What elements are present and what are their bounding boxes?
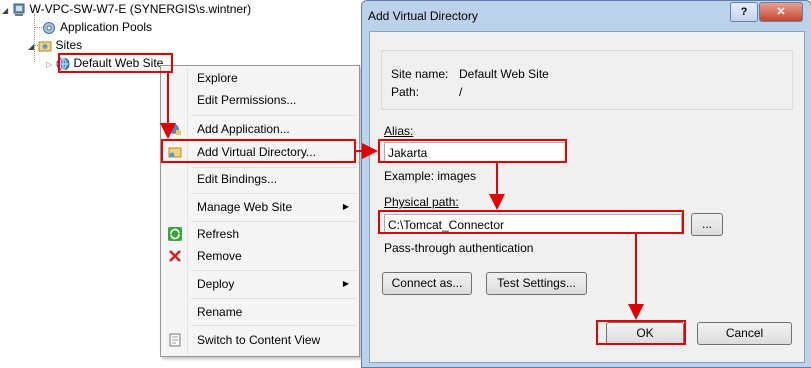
menu-item-switch-content-view[interactable]: Switch to Content View xyxy=(163,330,357,350)
site-name-label: Site name: xyxy=(391,67,449,81)
site-info-box: Site name: Default Web Site Path: / xyxy=(381,50,793,110)
menu-separator xyxy=(191,325,357,326)
menu-item-label: Edit Permissions... xyxy=(197,93,297,107)
physical-path-label: Physical path: xyxy=(384,195,459,209)
highlight-add-virtual-directory xyxy=(161,139,356,163)
server-icon xyxy=(13,3,24,16)
add-virtual-directory-dialog: Add Virtual Directory ? ✕ Site name: Def… xyxy=(361,0,811,368)
title-bar[interactable]: Add Virtual Directory ? ✕ xyxy=(362,1,811,31)
submenu-arrow-icon: ▶ xyxy=(342,202,349,211)
menu-item-explore[interactable]: Explore xyxy=(163,68,357,88)
collapse-arrow-icon[interactable]: ◢ xyxy=(28,42,34,51)
menu-item-label: Deploy xyxy=(197,277,235,291)
menu-separator xyxy=(191,193,357,194)
test-settings-button[interactable]: Test Settings... xyxy=(486,272,587,295)
path-value: / xyxy=(459,85,463,99)
menu-item-deploy[interactable]: Deploy ▶ xyxy=(163,274,357,294)
tree-label-sites: Sites xyxy=(55,38,83,52)
close-button[interactable]: ✕ xyxy=(759,2,803,22)
tree-connector xyxy=(34,27,42,28)
help-button[interactable]: ? xyxy=(730,2,758,22)
menu-item-manage-web-site[interactable]: Manage Web Site ▶ xyxy=(163,197,357,217)
highlight-alias-input xyxy=(378,139,567,163)
cancel-button[interactable]: Cancel xyxy=(697,322,792,345)
content-view-icon xyxy=(169,333,181,347)
menu-separator xyxy=(191,115,357,116)
alias-label: Alias: xyxy=(384,124,414,138)
menu-item-edit-permissions[interactable]: Edit Permissions... xyxy=(163,90,357,110)
menu-item-label: Explore xyxy=(197,71,238,85)
menu-item-add-application[interactable]: Add Application... xyxy=(163,119,357,139)
app-pools-icon xyxy=(43,21,55,34)
menu-item-label: Manage Web Site xyxy=(197,200,293,214)
tree-label-app-pools: Application Pools xyxy=(60,20,153,34)
refresh-icon xyxy=(168,227,182,241)
path-label: Path: xyxy=(391,85,420,99)
menu-item-label: Add Application... xyxy=(197,122,290,136)
menu-separator xyxy=(191,167,357,168)
dialog-title: Add Virtual Directory xyxy=(368,9,478,23)
menu-item-label: Rename xyxy=(197,305,243,319)
menu-item-label: Refresh xyxy=(197,227,240,241)
expand-arrow-icon[interactable]: ▷ xyxy=(46,60,52,69)
tree-label-server: W-VPC-SW-W7-E (SYNERGIS\s.wintner) xyxy=(29,2,252,16)
connect-as-button[interactable]: Connect as... xyxy=(382,272,472,295)
highlight-physical-path xyxy=(378,210,684,234)
passthrough-auth-text: Pass-through authentication xyxy=(384,241,534,255)
remove-x-icon xyxy=(169,250,181,262)
browse-button[interactable]: ... xyxy=(691,213,723,236)
submenu-arrow-icon: ▶ xyxy=(342,279,349,288)
site-name-value: Default Web Site xyxy=(459,67,549,81)
menu-item-label: Edit Bindings... xyxy=(197,172,278,186)
highlight-default-web-site xyxy=(58,53,173,73)
alias-example: Example: images xyxy=(384,169,477,183)
menu-item-label: Switch to Content View xyxy=(197,333,321,347)
menu-item-refresh[interactable]: Refresh xyxy=(163,224,357,244)
add-application-icon xyxy=(169,124,181,135)
menu-item-label: Remove xyxy=(197,249,242,263)
sites-folder-icon xyxy=(38,41,51,52)
menu-item-remove[interactable]: Remove xyxy=(163,246,357,266)
dialog-body: Site name: Default Web Site Path: / Alia… xyxy=(369,31,805,363)
menu-item-edit-bindings[interactable]: Edit Bindings... xyxy=(163,169,357,189)
tree-item-sites[interactable]: ◢ Sites xyxy=(28,36,82,54)
menu-separator xyxy=(191,298,357,299)
menu-separator xyxy=(191,270,357,271)
menu-item-rename[interactable]: Rename xyxy=(163,302,357,322)
menu-separator xyxy=(191,221,357,222)
tree-item-app-pools[interactable]: Application Pools xyxy=(42,18,152,36)
highlight-ok-button xyxy=(596,320,686,345)
context-menu: Explore Edit Permissions... Add Applicat… xyxy=(160,65,360,357)
collapse-arrow-icon[interactable]: ◢ xyxy=(2,6,8,15)
tree-item-server[interactable]: ◢ W-VPC-SW-W7-E (SYNERGIS\s.wintner) xyxy=(2,0,251,18)
